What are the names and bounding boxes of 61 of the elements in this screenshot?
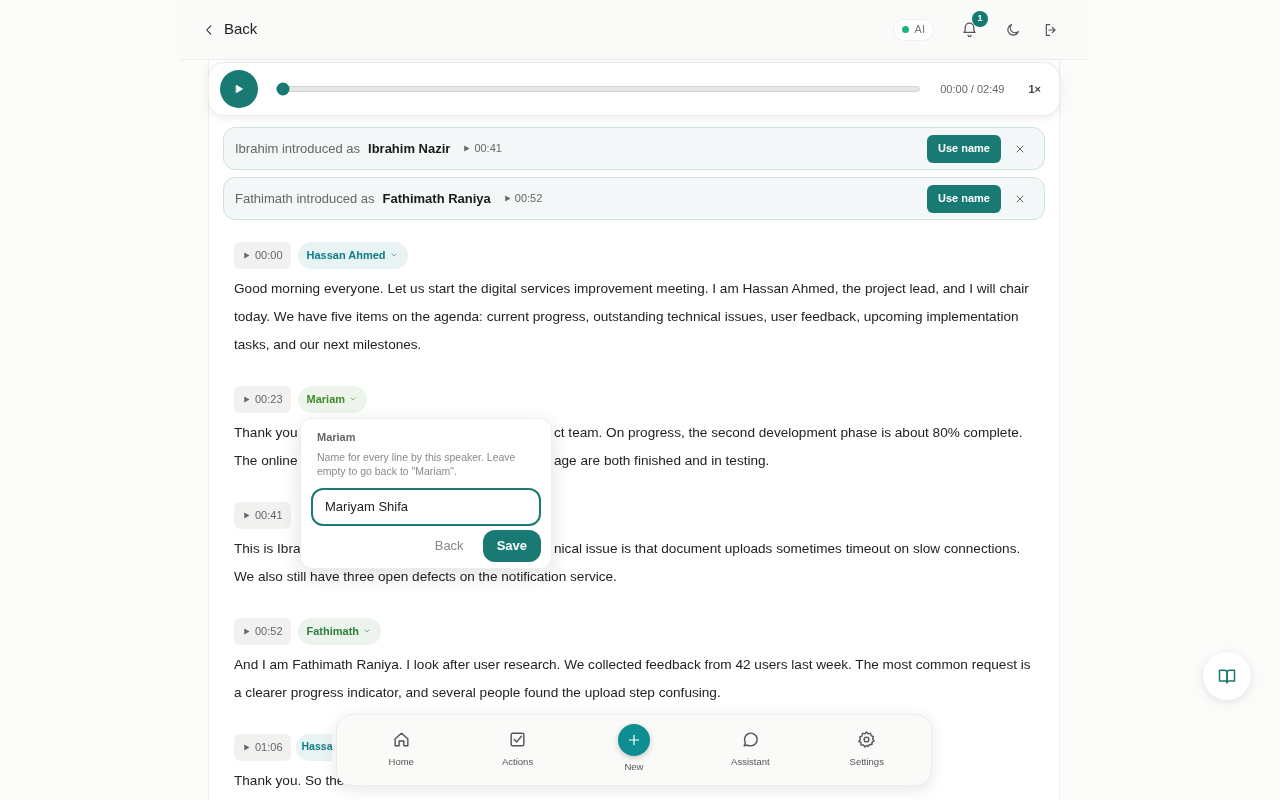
nav-item[interactable]: Actions: [472, 730, 563, 770]
chevron-down-icon: [363, 627, 372, 635]
transcript-text: This is Ibra: [234, 541, 301, 556]
speaker-tag[interactable]: Hassa: [295, 733, 333, 761]
name-input[interactable]: Mariyam Shifa: [311, 487, 541, 526]
play-button[interactable]: [220, 70, 258, 108]
speaker-tag[interactable]: Hassan Ahmed: [297, 241, 408, 269]
nav-item[interactable]: Settings: [821, 730, 912, 770]
nav-item[interactable]: Home: [356, 730, 447, 770]
speaker-tag[interactable]: Mariam: [297, 385, 368, 413]
play-icon: [233, 83, 245, 95]
suggestion-text: Fathimath introduced as: [235, 189, 375, 208]
timestamp-button[interactable]: 01:06: [234, 733, 291, 761]
back-button[interactable]: Back: [202, 18, 258, 41]
progress-thumb[interactable]: [276, 82, 290, 96]
transcript-text: ct team. On progress, the second development phase is about 80% complete.: [554, 424, 1023, 442]
suggested-name: Ibrahim Nazir: [368, 139, 451, 158]
suggestion-text: Ibrahim introduced as: [235, 139, 360, 158]
save-button[interactable]: Save: [482, 529, 541, 562]
checkbox-icon: [508, 730, 528, 750]
back-link[interactable]: Back: [434, 535, 464, 556]
popover-help-text: Name for every line by this speaker. Leave empty to go back to "Mariam".: [316, 449, 517, 478]
popover-title: Mariam: [316, 430, 357, 445]
chevron-down-icon: [349, 395, 358, 403]
transcript-text: The online: [234, 453, 298, 468]
timestamp-link[interactable]: 00:52: [502, 190, 543, 207]
chevron-down-icon: [389, 251, 398, 259]
notification-count: 1: [972, 10, 988, 27]
timestamp-link[interactable]: 00:41: [462, 140, 502, 157]
transcript-text: Thank you: [234, 425, 298, 440]
transcript-text: Good morning everyone. Let us start the digital services improvement meeting. I am Hassan Ahmed, the project lead, and I will chair today. We have five items on the agenda: current progress, outstanding technical issues, user feedback, upcoming implementation tasks, and our next milestones.: [234, 280, 1030, 354]
play-icon: [242, 742, 251, 752]
play-icon: [242, 510, 251, 520]
settings-icon: [857, 730, 877, 750]
speaker-tag[interactable]: Fathimath: [297, 617, 382, 645]
nav-item[interactable]: New: [588, 723, 679, 775]
moon-icon: [1005, 21, 1021, 38]
play-icon: [462, 144, 472, 153]
play-icon: [502, 194, 512, 203]
nav-item[interactable]: Assistant: [705, 730, 796, 770]
timestamp-button[interactable]: 00:52: [234, 617, 291, 645]
suggested-name: Fathimath Raniya: [382, 189, 491, 208]
book-icon: [1217, 666, 1237, 686]
use-name-button[interactable]: Use name: [927, 134, 1001, 163]
home-icon: [391, 730, 411, 750]
timestamp-button[interactable]: 00:23: [234, 385, 291, 413]
speed-button[interactable]: 1×: [1028, 80, 1041, 98]
timestamp-button[interactable]: 00:41: [234, 501, 291, 529]
play-icon: [242, 626, 251, 636]
transcript-text: And I am Fathimath Raniya. I look after user research. We collected feedback from 42 users last week. The most common request is a clearer progress indicator, and several people found the upload step confusing.: [234, 656, 1032, 702]
playback-time: 00:00 / 02:49: [940, 81, 1005, 97]
glossary-button[interactable]: [1203, 652, 1251, 700]
bell-icon: [960, 21, 978, 38]
transcript-text: We also still have three open defects on the notification service.: [234, 568, 617, 586]
use-name-button[interactable]: Use name: [927, 184, 1001, 213]
play-icon: [242, 250, 251, 260]
play-icon: [242, 394, 251, 404]
ai-status-badge: AI: [892, 18, 934, 41]
timestamp-button[interactable]: 00:00: [234, 241, 291, 269]
transcript-text: age are both finished and in testing.: [554, 452, 770, 470]
transcript-text: nical issue is that document uploads sometimes timeout on slow connections.: [554, 540, 1021, 558]
